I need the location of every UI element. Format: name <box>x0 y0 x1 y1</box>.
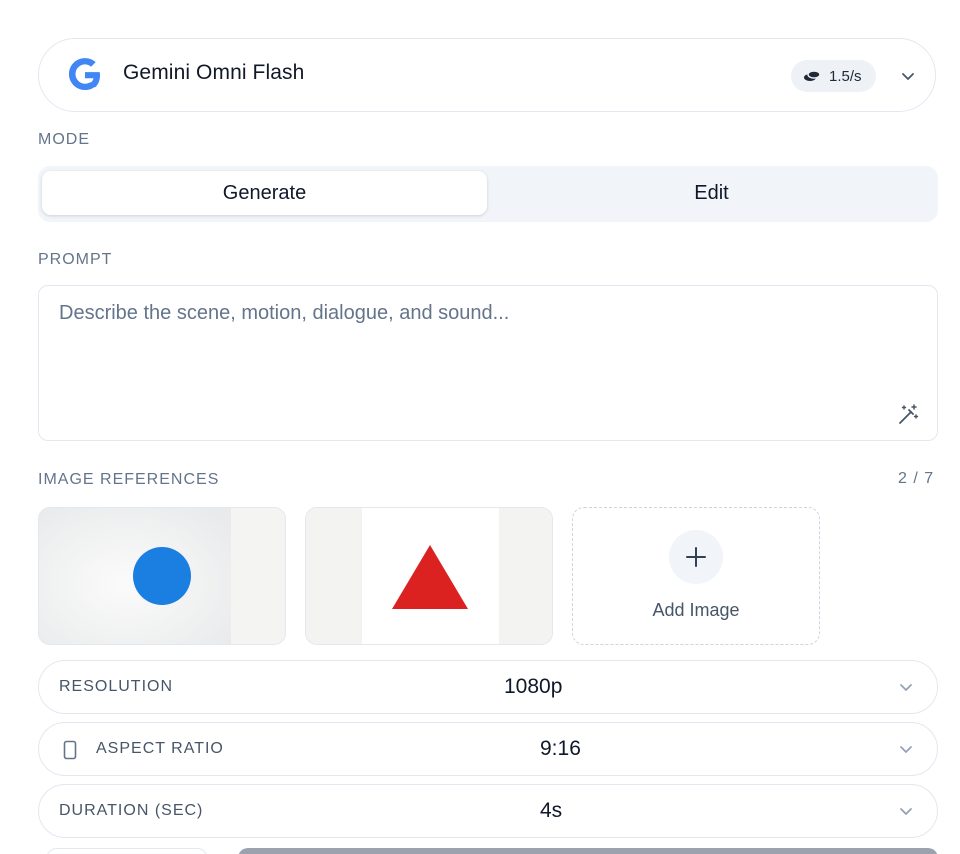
tab-generate[interactable]: Generate <box>42 171 487 215</box>
aspect-ratio-label: ASPECT RATIO <box>96 740 224 757</box>
secondary-button[interactable] <box>46 848 208 854</box>
image-references-label: IMAGE REFERENCES <box>38 471 220 488</box>
model-selector[interactable]: Gemini Omni Flash 1.5/s <box>38 38 936 112</box>
coins-icon <box>804 70 821 81</box>
image-count: 2 / 7 <box>898 470 935 487</box>
mode-label: MODE <box>38 131 90 148</box>
prompt-label: PROMPT <box>38 251 113 268</box>
google-g-logo-icon <box>68 58 100 90</box>
model-name: Gemini Omni Flash <box>123 61 305 84</box>
duration-select[interactable]: DURATION (SEC) 4s <box>38 784 938 838</box>
rate-value: 1.5/s <box>829 67 862 85</box>
mode-toggle: Generate Edit <box>38 166 938 222</box>
video-generation-panel: Gemini Omni Flash 1.5/s MODE Generate Ed… <box>0 0 960 854</box>
generate-button[interactable] <box>238 848 938 854</box>
resolution-select[interactable]: RESOLUTION 1080p <box>38 660 938 714</box>
aspect-ratio-select[interactable]: ASPECT RATIO 9:16 <box>38 722 938 776</box>
resolution-label: RESOLUTION <box>59 678 174 695</box>
tab-edit[interactable]: Edit <box>489 171 934 215</box>
magic-wand-icon[interactable] <box>896 403 920 427</box>
rate-badge: 1.5/s <box>791 60 876 92</box>
resolution-value: 1080p <box>504 675 563 698</box>
chevron-down-icon <box>900 684 912 691</box>
image-reference-thumbnail[interactable] <box>38 507 286 645</box>
duration-value: 4s <box>540 799 563 822</box>
add-image-label: Add Image <box>652 600 740 620</box>
chevron-down-icon <box>900 808 912 815</box>
plus-icon <box>669 530 723 584</box>
aspect-ratio-value: 9:16 <box>540 737 581 760</box>
image-reference-thumbnail[interactable] <box>305 507 553 645</box>
prompt-input[interactable] <box>57 300 881 404</box>
chevron-down-icon <box>900 746 912 753</box>
duration-label: DURATION (SEC) <box>59 802 204 819</box>
red-triangle-image <box>306 508 552 644</box>
blue-circle-image <box>39 508 285 644</box>
prompt-box <box>38 285 938 441</box>
portrait-phone-icon <box>63 740 77 760</box>
chevron-down-icon <box>902 73 914 80</box>
add-image-button[interactable]: Add Image <box>572 507 820 645</box>
